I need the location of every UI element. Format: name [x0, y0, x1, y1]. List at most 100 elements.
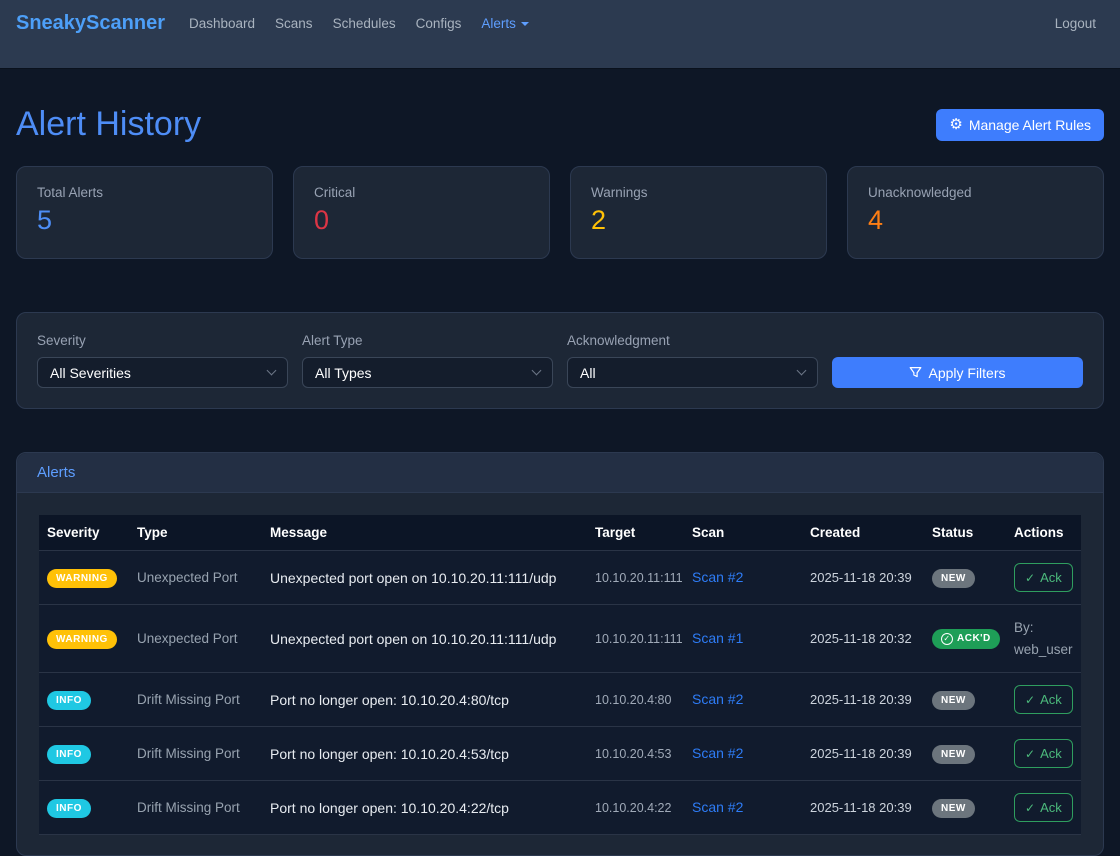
manage-alert-rules-button[interactable]: ⚙ Manage Alert Rules: [936, 109, 1104, 141]
manage-alert-rules-label: Manage Alert Rules: [969, 117, 1091, 133]
severity-select[interactable]: All Severities: [37, 357, 288, 388]
stat-card-critical: Critical 0: [293, 166, 550, 259]
status-badge: ✓ACK'D: [932, 629, 1000, 649]
actions-cell: ✓Ack: [1006, 781, 1081, 835]
table-header-row: Severity Type Message Target Scan Create…: [39, 515, 1081, 551]
stat-card-unacknowledged: Unacknowledged 4: [847, 166, 1104, 259]
severity-badge: INFO: [47, 799, 91, 818]
check-icon: ✓: [1025, 571, 1035, 585]
nav-links: Dashboard Scans Schedules Configs Alerts: [189, 16, 529, 31]
chevron-down-icon: [797, 366, 807, 376]
chevron-down-icon: [267, 366, 277, 376]
check-icon: ✓: [1025, 693, 1035, 707]
alert-message: Unexpected port open on 10.10.20.11:111/…: [262, 605, 587, 673]
severity-badge: INFO: [47, 691, 91, 710]
col-actions: Actions: [1006, 515, 1081, 551]
alert-target: 10.10.20.4:22: [587, 781, 684, 835]
alert-type: Unexpected Port: [129, 551, 262, 605]
alert-target: 10.10.20.11:111: [587, 551, 684, 605]
alert-created: 2025-11-18 20:39: [802, 727, 924, 781]
table-row: INFO Drift Missing Port Port no longer o…: [39, 727, 1081, 781]
col-target: Target: [587, 515, 684, 551]
caret-down-icon: [521, 22, 529, 26]
alert-created: 2025-11-18 20:39: [802, 673, 924, 727]
col-scan: Scan: [684, 515, 802, 551]
col-severity: Severity: [39, 515, 129, 551]
actions-cell: By: web_user: [1006, 605, 1081, 673]
page-title: Alert History: [16, 105, 201, 144]
severity-select-value: All Severities: [50, 365, 131, 381]
scan-link[interactable]: Scan #2: [692, 569, 743, 585]
alert-target: 10.10.20.4:80: [587, 673, 684, 727]
col-status: Status: [924, 515, 1006, 551]
severity-badge: WARNING: [47, 630, 117, 649]
scan-link[interactable]: Scan #1: [692, 630, 743, 646]
check-icon: ✓: [1025, 747, 1035, 761]
stat-value: 0: [314, 205, 529, 236]
alert-target: 10.10.20.4:53: [587, 727, 684, 781]
ack-button-label: Ack: [1040, 800, 1062, 815]
stat-label: Unacknowledged: [868, 185, 1083, 200]
acknowledged-by: By: web_user: [1014, 617, 1073, 660]
status-badge: NEW: [932, 569, 975, 588]
stat-label: Total Alerts: [37, 185, 252, 200]
scan-link[interactable]: Scan #2: [692, 745, 743, 761]
scan-link[interactable]: Scan #2: [692, 691, 743, 707]
filters-panel: Severity All Severities Alert Type All T…: [16, 312, 1104, 409]
stat-value: 5: [37, 205, 252, 236]
stat-cards: Total Alerts 5 Critical 0 Warnings 2 Una…: [16, 166, 1104, 259]
ack-button[interactable]: ✓ Ack: [1014, 739, 1073, 768]
alert-target: 10.10.20.11:111: [587, 605, 684, 673]
col-type: Type: [129, 515, 262, 551]
status-badge: NEW: [932, 691, 975, 710]
col-message: Message: [262, 515, 587, 551]
actions-cell: ✓Ack: [1006, 551, 1081, 605]
alert-type: Drift Missing Port: [129, 727, 262, 781]
gear-icon: ⚙: [949, 117, 962, 132]
nav-item-alerts-label: Alerts: [481, 16, 516, 31]
alert-type-filter-label: Alert Type: [302, 333, 553, 348]
filter-funnel-icon: [909, 366, 922, 379]
stat-value: 4: [868, 205, 1083, 236]
alert-type-select[interactable]: All Types: [302, 357, 553, 388]
alert-created: 2025-11-18 20:32: [802, 605, 924, 673]
table-row: INFO Drift Missing Port Port no longer o…: [39, 673, 1081, 727]
table-row: WARNING Unexpected Port Unexpected port …: [39, 605, 1081, 673]
alert-created: 2025-11-18 20:39: [802, 781, 924, 835]
stat-card-warnings: Warnings 2: [570, 166, 827, 259]
table-row: WARNING Unexpected Port Unexpected port …: [39, 551, 1081, 605]
alerts-panel-title: Alerts: [17, 453, 1103, 493]
nav-item-schedules[interactable]: Schedules: [333, 16, 396, 31]
acknowledgment-filter-label: Acknowledgment: [567, 333, 818, 348]
brand[interactable]: SneakyScanner: [16, 12, 165, 35]
chevron-down-icon: [532, 366, 542, 376]
alerts-table: Severity Type Message Target Scan Create…: [39, 515, 1081, 835]
ack-button[interactable]: ✓Ack: [1014, 563, 1073, 592]
alert-type: Drift Missing Port: [129, 673, 262, 727]
logout-link[interactable]: Logout: [1055, 16, 1096, 31]
table-row: INFO Drift Missing Port Port no longer o…: [39, 781, 1081, 835]
severity-badge: INFO: [47, 745, 91, 764]
scan-link[interactable]: Scan #2: [692, 799, 743, 815]
alert-created: 2025-11-18 20:39: [802, 551, 924, 605]
severity-filter-label: Severity: [37, 333, 288, 348]
nav-item-configs[interactable]: Configs: [416, 16, 462, 31]
nav-item-dashboard[interactable]: Dashboard: [189, 16, 255, 31]
page-header: Alert History ⚙ Manage Alert Rules: [16, 105, 1104, 144]
acknowledgment-select-value: All: [580, 365, 596, 381]
stat-label: Critical: [314, 185, 529, 200]
alert-message: Port no longer open: 10.10.20.4:80/tcp: [262, 673, 587, 727]
ack-button-label: Ack: [1040, 746, 1062, 761]
navbar: SneakyScanner Dashboard Scans Schedules …: [0, 0, 1120, 69]
ack-button-label: Ack: [1040, 692, 1062, 707]
col-created: Created: [802, 515, 924, 551]
alert-message: Unexpected port open on 10.10.20.11:111/…: [262, 551, 587, 605]
ack-button[interactable]: ✓ Ack: [1014, 685, 1073, 714]
nav-item-alerts[interactable]: Alerts: [481, 16, 529, 31]
alerts-table-body: WARNING Unexpected Port Unexpected port …: [39, 551, 1081, 835]
apply-filters-button[interactable]: Apply Filters: [832, 357, 1083, 388]
ack-button[interactable]: ✓Ack: [1014, 793, 1073, 822]
nav-item-scans[interactable]: Scans: [275, 16, 313, 31]
apply-filters-label: Apply Filters: [928, 365, 1005, 381]
acknowledgment-select[interactable]: All: [567, 357, 818, 388]
